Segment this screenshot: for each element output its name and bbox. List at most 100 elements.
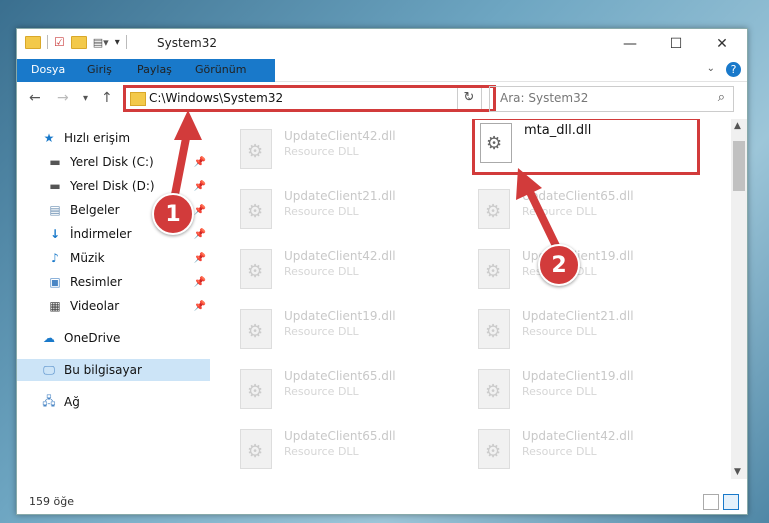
sidebar-item-label: İndirmeler bbox=[70, 227, 132, 241]
sidebar-item-local-disk-c[interactable]: ▬ Yerel Disk (C:) 📌 bbox=[47, 151, 210, 173]
details-view-icon[interactable] bbox=[703, 494, 719, 510]
window-title: System32 bbox=[157, 36, 218, 50]
file-type: Resource DLL bbox=[522, 445, 597, 458]
file-item[interactable]: ⚙ UpdateClient65.dll Resource DLL bbox=[452, 183, 682, 238]
customize-icon[interactable]: ▤▾ bbox=[93, 36, 109, 49]
pin-icon[interactable]: 📌 bbox=[194, 229, 206, 240]
file-item[interactable]: ⚙ UpdateClient42.dll Resource DLL bbox=[214, 243, 444, 298]
quick-access-toolbar: ☑ ▤▾ ▾ bbox=[25, 35, 127, 49]
tab-home[interactable]: Giriş bbox=[79, 59, 120, 81]
file-item[interactable]: ⚙ UpdateClient65.dll Resource DLL bbox=[214, 423, 444, 478]
scroll-thumb[interactable] bbox=[733, 141, 745, 191]
pin-icon[interactable]: 📌 bbox=[194, 277, 206, 288]
large-icons-view-icon[interactable] bbox=[723, 494, 739, 510]
gear-icon: ⚙ bbox=[247, 201, 264, 222]
pin-icon[interactable]: 📌 bbox=[194, 157, 206, 168]
file-item[interactable]: ⚙ UpdateClient42.dll Resource DLL bbox=[214, 123, 444, 178]
pin-icon[interactable]: 📌 bbox=[194, 253, 206, 264]
file-name: UpdateClient19.dll bbox=[522, 369, 634, 383]
documents-icon: ▤ bbox=[49, 203, 61, 217]
up-icon[interactable]: ↑ bbox=[101, 90, 113, 106]
gear-icon: ⚙ bbox=[247, 381, 264, 402]
file-name: UpdateClient21.dll bbox=[522, 309, 634, 323]
file-item[interactable]: ⚙ UpdateClient21.dll Resource DLL bbox=[214, 183, 444, 238]
tab-view[interactable]: Görünüm bbox=[187, 59, 254, 81]
new-folder-icon[interactable] bbox=[70, 35, 87, 49]
file-type: Resource DLL bbox=[522, 385, 597, 398]
search-input[interactable]: Ara: System32 ⌕ bbox=[489, 86, 734, 112]
expand-ribbon-icon[interactable]: ⌄ bbox=[707, 63, 715, 74]
item-count: 159 öğe bbox=[29, 495, 74, 508]
chevron-down-icon[interactable]: ▾ bbox=[115, 37, 120, 48]
minimize-button[interactable]: — bbox=[607, 29, 653, 59]
file-item[interactable]: ⚙ UpdateClient21.dll Resource DLL bbox=[452, 303, 682, 358]
file-type: Resource DLL bbox=[522, 325, 597, 338]
gear-icon: ⚙ bbox=[247, 441, 264, 462]
step-badge-1: 1 bbox=[152, 193, 194, 235]
file-type: Resource DLL bbox=[284, 145, 359, 158]
file-name: UpdateClient65.dll bbox=[522, 189, 634, 203]
properties-icon[interactable]: ☑ bbox=[54, 35, 65, 49]
pin-icon[interactable]: 📌 bbox=[194, 301, 206, 312]
sidebar-item-music[interactable]: ♪ Müzik 📌 bbox=[47, 247, 210, 269]
sidebar-item-label: Ağ bbox=[64, 395, 80, 409]
recent-locations-icon[interactable]: ▾ bbox=[83, 93, 88, 104]
gear-icon: ⚙ bbox=[247, 321, 264, 342]
tab-share[interactable]: Paylaş bbox=[129, 59, 180, 81]
file-name: UpdateClient42.dll bbox=[284, 129, 396, 143]
sidebar-item-label: Yerel Disk (D:) bbox=[70, 179, 155, 193]
file-name: UpdateClient42.dll bbox=[522, 429, 634, 443]
search-icon[interactable]: ⌕ bbox=[718, 90, 725, 105]
navigation-bar: ← → ▾ ↑ C:\Windows\System32 ⌄ ↻ Ara: Sys… bbox=[17, 82, 747, 116]
pin-icon[interactable]: 📌 bbox=[194, 181, 206, 192]
file-name: UpdateClient21.dll bbox=[284, 189, 396, 203]
close-button[interactable]: ✕ bbox=[699, 29, 745, 59]
forward-icon[interactable]: → bbox=[57, 90, 69, 106]
navigation-pane: ★ Hızlı erişim ▬ Yerel Disk (C:) 📌 ▬ Yer… bbox=[17, 119, 212, 491]
sidebar-item-this-pc[interactable]: 🖵 Bu bilgisayar bbox=[17, 359, 210, 381]
sidebar-item-label: Yerel Disk (C:) bbox=[70, 155, 154, 169]
file-item[interactable]: ⚙ UpdateClient65.dll Resource DLL bbox=[214, 363, 444, 418]
star-icon: ★ bbox=[43, 131, 55, 145]
pictures-icon: ▣ bbox=[49, 275, 61, 289]
file-item[interactable]: ⚙ UpdateClient19.dll Resource DLL bbox=[214, 303, 444, 358]
gear-icon: ⚙ bbox=[485, 381, 502, 402]
file-item[interactable]: ⚙ UpdateClient42.dll Resource DLL bbox=[452, 423, 682, 478]
sidebar-item-pictures[interactable]: ▣ Resimler 📌 bbox=[47, 271, 210, 293]
sidebar-item-local-disk-d[interactable]: ▬ Yerel Disk (D:) 📌 bbox=[47, 175, 210, 197]
file-type: Resource DLL bbox=[284, 265, 359, 278]
file-highlight bbox=[472, 119, 700, 175]
computer-icon: 🖵 bbox=[43, 362, 55, 377]
cloud-icon: ☁ bbox=[43, 331, 55, 345]
title-bar: ☑ ▤▾ ▾ System32 — ☐ ✕ bbox=[17, 29, 747, 59]
gear-icon: ⚙ bbox=[247, 141, 264, 162]
sidebar-item-quick-access[interactable]: ★ Hızlı erişim bbox=[41, 127, 234, 149]
file-type: Resource DLL bbox=[522, 205, 597, 218]
scroll-up-icon[interactable]: ▲ bbox=[734, 121, 741, 131]
file-name: UpdateClient65.dll bbox=[284, 429, 396, 443]
sidebar-item-label: Belgeler bbox=[70, 203, 120, 217]
file-item[interactable]: ⚙ UpdateClient19.dll Resource DLL bbox=[452, 363, 682, 418]
sidebar-item-label: Resimler bbox=[70, 275, 123, 289]
videos-icon: ▦ bbox=[49, 299, 61, 313]
sidebar-item-onedrive[interactable]: ☁ OneDrive bbox=[41, 327, 234, 349]
back-icon[interactable]: ← bbox=[29, 90, 41, 106]
help-icon[interactable]: ? bbox=[726, 62, 741, 77]
scroll-down-icon[interactable]: ▼ bbox=[734, 467, 741, 477]
sidebar-item-label: Hızlı erişim bbox=[64, 131, 131, 145]
file-type: Resource DLL bbox=[284, 325, 359, 338]
folder-icon bbox=[25, 35, 41, 49]
gear-icon: ⚙ bbox=[485, 321, 502, 342]
explorer-window: ☑ ▤▾ ▾ System32 — ☐ ✕ Dosya Giriş Paylaş… bbox=[16, 28, 748, 515]
maximize-button[interactable]: ☐ bbox=[653, 29, 699, 59]
search-placeholder: Ara: System32 bbox=[500, 91, 589, 105]
status-bar: 159 öğe bbox=[17, 490, 747, 514]
gear-icon: ⚙ bbox=[485, 261, 502, 282]
sidebar-item-label: Bu bilgisayar bbox=[64, 363, 142, 377]
pin-icon[interactable]: 📌 bbox=[194, 205, 206, 216]
vertical-scrollbar[interactable]: ▲ ▼ bbox=[731, 119, 747, 479]
sidebar-item-network[interactable]: 🖧 Ağ bbox=[41, 391, 234, 413]
sidebar-item-videos[interactable]: ▦ Videolar 📌 bbox=[47, 295, 210, 317]
download-icon: ↓ bbox=[49, 227, 61, 241]
file-name: UpdateClient19.dll bbox=[284, 309, 396, 323]
